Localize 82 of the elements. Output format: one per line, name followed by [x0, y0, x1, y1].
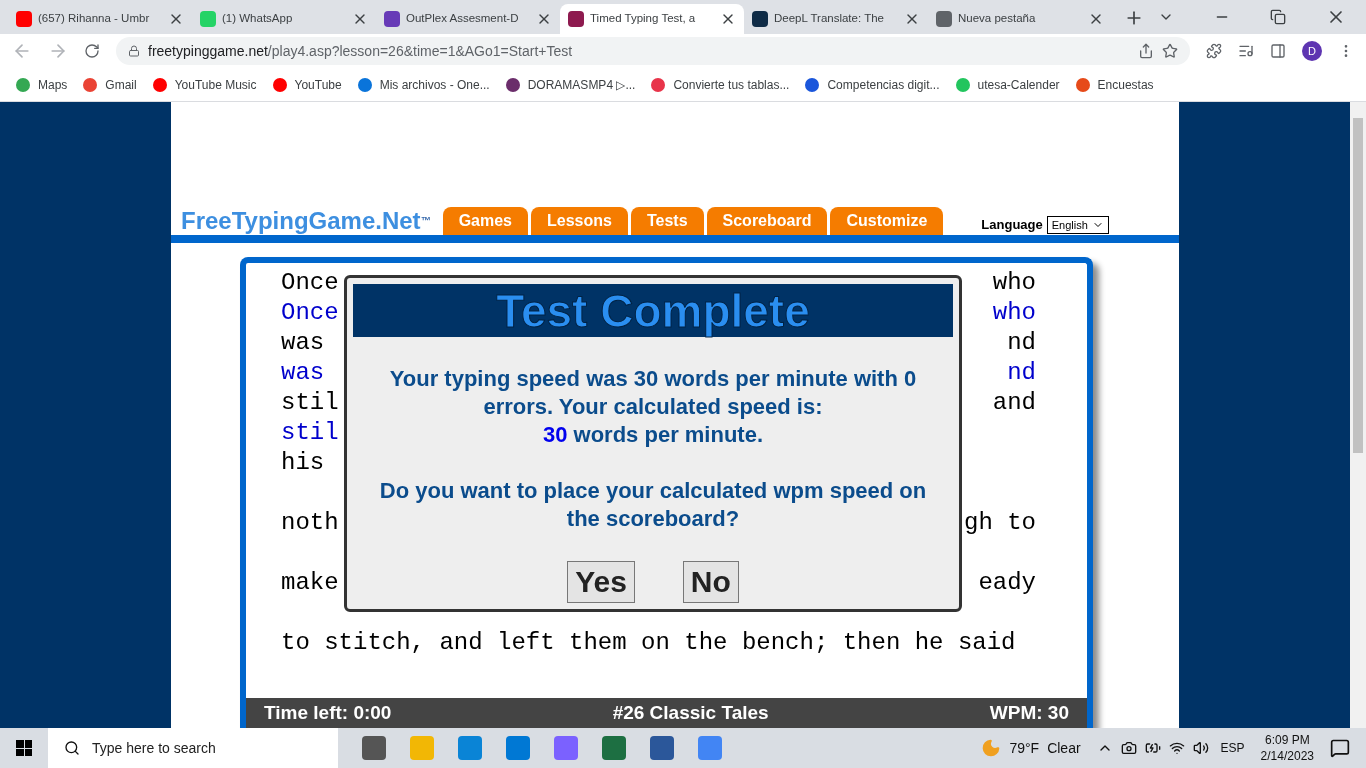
side-panel-icon[interactable] [1270, 43, 1286, 59]
dialog-button[interactable]: Yes [567, 561, 635, 603]
tab-title: DeepL Translate: The [774, 11, 885, 27]
bookmark-link[interactable]: YouTube Music [174, 75, 257, 94]
source-text: gh to [964, 508, 1036, 538]
taskbar-search-field[interactable]: Type here to search [48, 728, 338, 768]
typed-text: who [992, 298, 1036, 328]
tab-icon [568, 11, 584, 27]
source-text: to stitch, and left them on the bench; then he said [281, 628, 1016, 658]
tab-title: Nueva pestaña [958, 11, 1037, 27]
wpm-readout: WPM: 30 [989, 700, 1069, 725]
address-field[interactable]: freetypinggame.net/play4.asp?lesson=26&time=1&AGo1=Start+Test [116, 37, 1190, 65]
source-text: noth [281, 508, 339, 538]
time-left: Time left: 0:00 [264, 700, 392, 725]
tab-title: (1) WhatsApp [222, 11, 294, 27]
language-label: Language [981, 215, 1043, 234]
weather-temperature[interactable]: 79°F [1009, 737, 1040, 759]
source-text: and [992, 388, 1036, 418]
browser-tab[interactable]: DeepL Translate: The [744, 4, 928, 34]
battery-icon[interactable] [1144, 740, 1161, 756]
bookmark-link[interactable]: Mis archivos - One... [379, 75, 490, 94]
site-logo[interactable]: FreeTypingGame.Net$^{™}$ [181, 209, 431, 233]
tab-icon [752, 11, 768, 27]
share-icon[interactable] [1138, 43, 1154, 59]
bookmark-link[interactable]: Maps [38, 75, 68, 94]
source-text: make [281, 568, 339, 598]
camera-icon[interactable] [1120, 740, 1137, 756]
typed-text: was [281, 358, 325, 388]
search-icon [64, 740, 80, 756]
tab-title: (657) Rihanna - Umbr [38, 11, 151, 27]
source-text: eady [978, 568, 1036, 598]
profile-avatar[interactable]: D [1302, 41, 1322, 61]
bookmark-link[interactable]: YouTube [294, 75, 342, 94]
volume-icon[interactable] [1192, 740, 1209, 756]
bookmark-link[interactable]: Competencias digit... [827, 75, 940, 94]
source-text: stil [281, 388, 339, 418]
browser-tab[interactable]: (657) Rihanna - Umbr [8, 4, 192, 34]
tab-title: Timed Typing Test, a [590, 11, 697, 27]
browser-tab[interactable]: (1) WhatsApp [192, 4, 376, 34]
language-select[interactable]: English [1046, 215, 1109, 234]
bookmark-link[interactable]: DORAMASMP4 ▷... [527, 75, 636, 94]
source-text: nd [1007, 328, 1036, 358]
bookmark-link[interactable]: utesa-Calender [977, 75, 1060, 94]
tab-title: OutPlex Assesment-D [406, 11, 520, 27]
typed-text: Once [281, 298, 339, 328]
extensions-icon[interactable] [1206, 43, 1222, 59]
source-text: Once [281, 268, 339, 298]
input-language[interactable]: ESP [1220, 739, 1245, 757]
moon-icon [981, 738, 1002, 758]
typed-text: stil [281, 418, 339, 448]
source-text: was [281, 328, 325, 358]
scoreboard-question: Do you want to place your calculated wpm speed on the scoreboard? [378, 477, 928, 533]
lesson-title: #26 Classic Tales [612, 700, 769, 725]
restore-icon[interactable] [1270, 9, 1286, 25]
bookmark-link[interactable]: Convierte tus tablas... [673, 75, 790, 94]
tab-icon [200, 11, 216, 27]
result-message: Your typing speed was 30 words per minute with 0 errors. Your calculated speed is: 30 words per minute. [388, 365, 918, 449]
source-text: who [992, 268, 1036, 298]
browser-tab[interactable]: OutPlex Assesment-D [376, 4, 560, 34]
wifi-icon[interactable] [1168, 740, 1185, 756]
lock-icon [128, 45, 140, 57]
bookmark-star-icon[interactable] [1162, 43, 1178, 59]
media-icon[interactable] [1238, 43, 1254, 59]
typed-text: nd [1007, 358, 1036, 388]
browser-tab[interactable]: Timed Typing Test, a [560, 4, 744, 34]
bookmark-link[interactable]: Gmail [105, 75, 137, 94]
notifications-icon[interactable] [1330, 738, 1350, 758]
clock-time[interactable]: 6:09 PM [1264, 732, 1310, 748]
dialog-button[interactable]: No [682, 561, 739, 603]
tab-icon [384, 11, 400, 27]
scrollbar[interactable] [1350, 102, 1366, 728]
source-text: his [281, 448, 325, 478]
weather-condition[interactable]: Clear [1047, 737, 1081, 759]
clock-date[interactable]: 2/14/2023 [1260, 748, 1314, 764]
tab-icon [936, 11, 952, 27]
tab-icon [16, 11, 32, 27]
url-text: freetypinggame.net/play4.asp?lesson=26&time=1&AGo1=Start+Test [148, 41, 574, 61]
reload-icon[interactable] [84, 43, 100, 59]
browser-tab[interactable]: Nueva pestaña [928, 4, 1112, 34]
taskbar-app-icon[interactable] [362, 736, 386, 760]
dialog-title: Test Complete [353, 284, 953, 337]
bookmark-link[interactable]: Encuestas [1097, 75, 1154, 94]
